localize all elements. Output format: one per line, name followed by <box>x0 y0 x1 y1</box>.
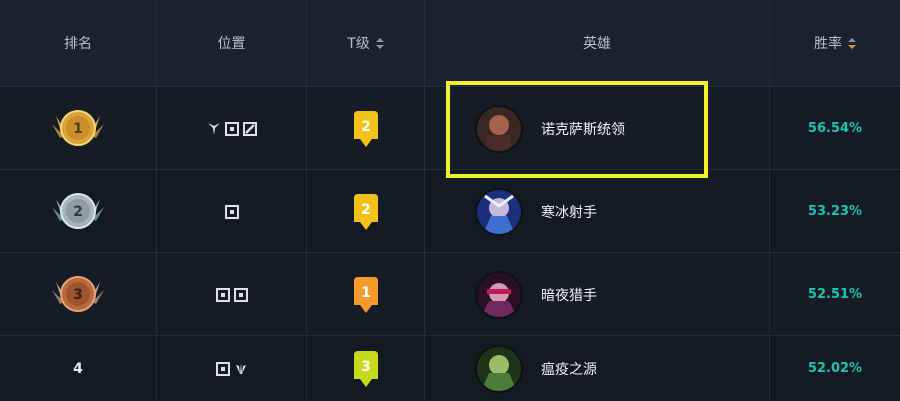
rank-cell: 2 <box>0 170 157 253</box>
tier-badge: 1 <box>353 276 378 313</box>
tier-badge: 3 <box>353 350 378 387</box>
sort-icon[interactable] <box>375 37 384 49</box>
winrate-value: 53.23% <box>807 204 863 219</box>
position-cell <box>157 253 307 336</box>
svg-text:1: 1 <box>361 285 371 301</box>
rank-cell: 4 <box>0 336 157 401</box>
svg-text:3: 3 <box>361 359 371 375</box>
gold-medal-icon: 1 <box>52 109 104 146</box>
table-header: 排名 位置 T级 英雄 胜率 <box>0 0 900 86</box>
winrate-value: 52.51% <box>807 287 863 302</box>
bronze-medal-icon: 3 <box>52 275 104 312</box>
rank-number: 4 <box>73 360 83 377</box>
header-rank: 排名 <box>0 0 157 86</box>
top-position-icon <box>224 121 239 136</box>
svg-text:3: 3 <box>73 287 83 303</box>
silver-medal-icon: 2 <box>52 192 104 229</box>
rank-cell: 1 <box>0 87 157 170</box>
header-winrate[interactable]: 胜率 <box>770 0 900 86</box>
position-cell <box>157 336 307 401</box>
tier-cell: 2 <box>307 170 425 253</box>
position-cell <box>157 170 307 253</box>
tier-badge: 2 <box>353 193 378 230</box>
header-position: 位置 <box>157 0 307 86</box>
tier-cell: 2 <box>307 87 425 170</box>
svg-text:1: 1 <box>73 121 83 137</box>
header-tier[interactable]: T级 <box>307 0 425 86</box>
winrate-value: 56.54% <box>807 121 863 136</box>
tier-badge: 2 <box>353 110 378 147</box>
table-row[interactable]: 2 2 寒冰射手 53.23% <box>0 169 900 253</box>
hero-name[interactable]: 暗夜猎手 <box>541 285 597 305</box>
top-position-icon <box>215 287 230 302</box>
bottom-position-icon <box>233 287 248 302</box>
winrate-cell: 52.02% <box>770 336 900 401</box>
winrate-cell: 53.23% <box>770 170 900 253</box>
mid-position-icon <box>242 121 257 136</box>
hero-avatar[interactable] <box>475 187 523 236</box>
hero-ranking-table: 排名 位置 T级 英雄 胜率 1 2 诺克萨斯统领 56.54% 2 2 寒冰射… <box>0 0 900 401</box>
top-position-icon <box>224 204 239 219</box>
table-row[interactable]: 4 3 瘟疫之源 52.02% <box>0 335 900 401</box>
table-row[interactable]: 3 1 暗夜猎手 52.51% <box>0 252 900 336</box>
top-position-icon <box>215 361 230 376</box>
sort-icon[interactable] <box>848 37 856 49</box>
tier-cell: 3 <box>307 336 425 401</box>
winrate-cell: 52.51% <box>770 253 900 336</box>
hero-avatar[interactable] <box>475 344 523 393</box>
hero-cell[interactable]: 寒冰射手 <box>425 170 770 253</box>
jungle-position-icon <box>207 122 220 135</box>
highlight-box <box>446 81 708 178</box>
header-hero: 英雄 <box>425 0 770 86</box>
svg-text:2: 2 <box>73 204 83 220</box>
hero-name[interactable]: 瘟疫之源 <box>541 359 597 379</box>
hero-cell[interactable]: 瘟疫之源 <box>425 336 770 401</box>
winrate-value: 52.02% <box>807 361 863 376</box>
hero-cell[interactable]: 暗夜猎手 <box>425 253 770 336</box>
tier-cell: 1 <box>307 253 425 336</box>
svg-text:2: 2 <box>361 202 371 218</box>
position-cell <box>157 87 307 170</box>
hero-avatar[interactable] <box>475 270 523 319</box>
support-position-icon <box>235 362 246 374</box>
svg-text:2: 2 <box>361 119 371 135</box>
winrate-cell: 56.54% <box>770 87 900 170</box>
rank-cell: 3 <box>0 253 157 336</box>
hero-name[interactable]: 寒冰射手 <box>541 202 597 222</box>
